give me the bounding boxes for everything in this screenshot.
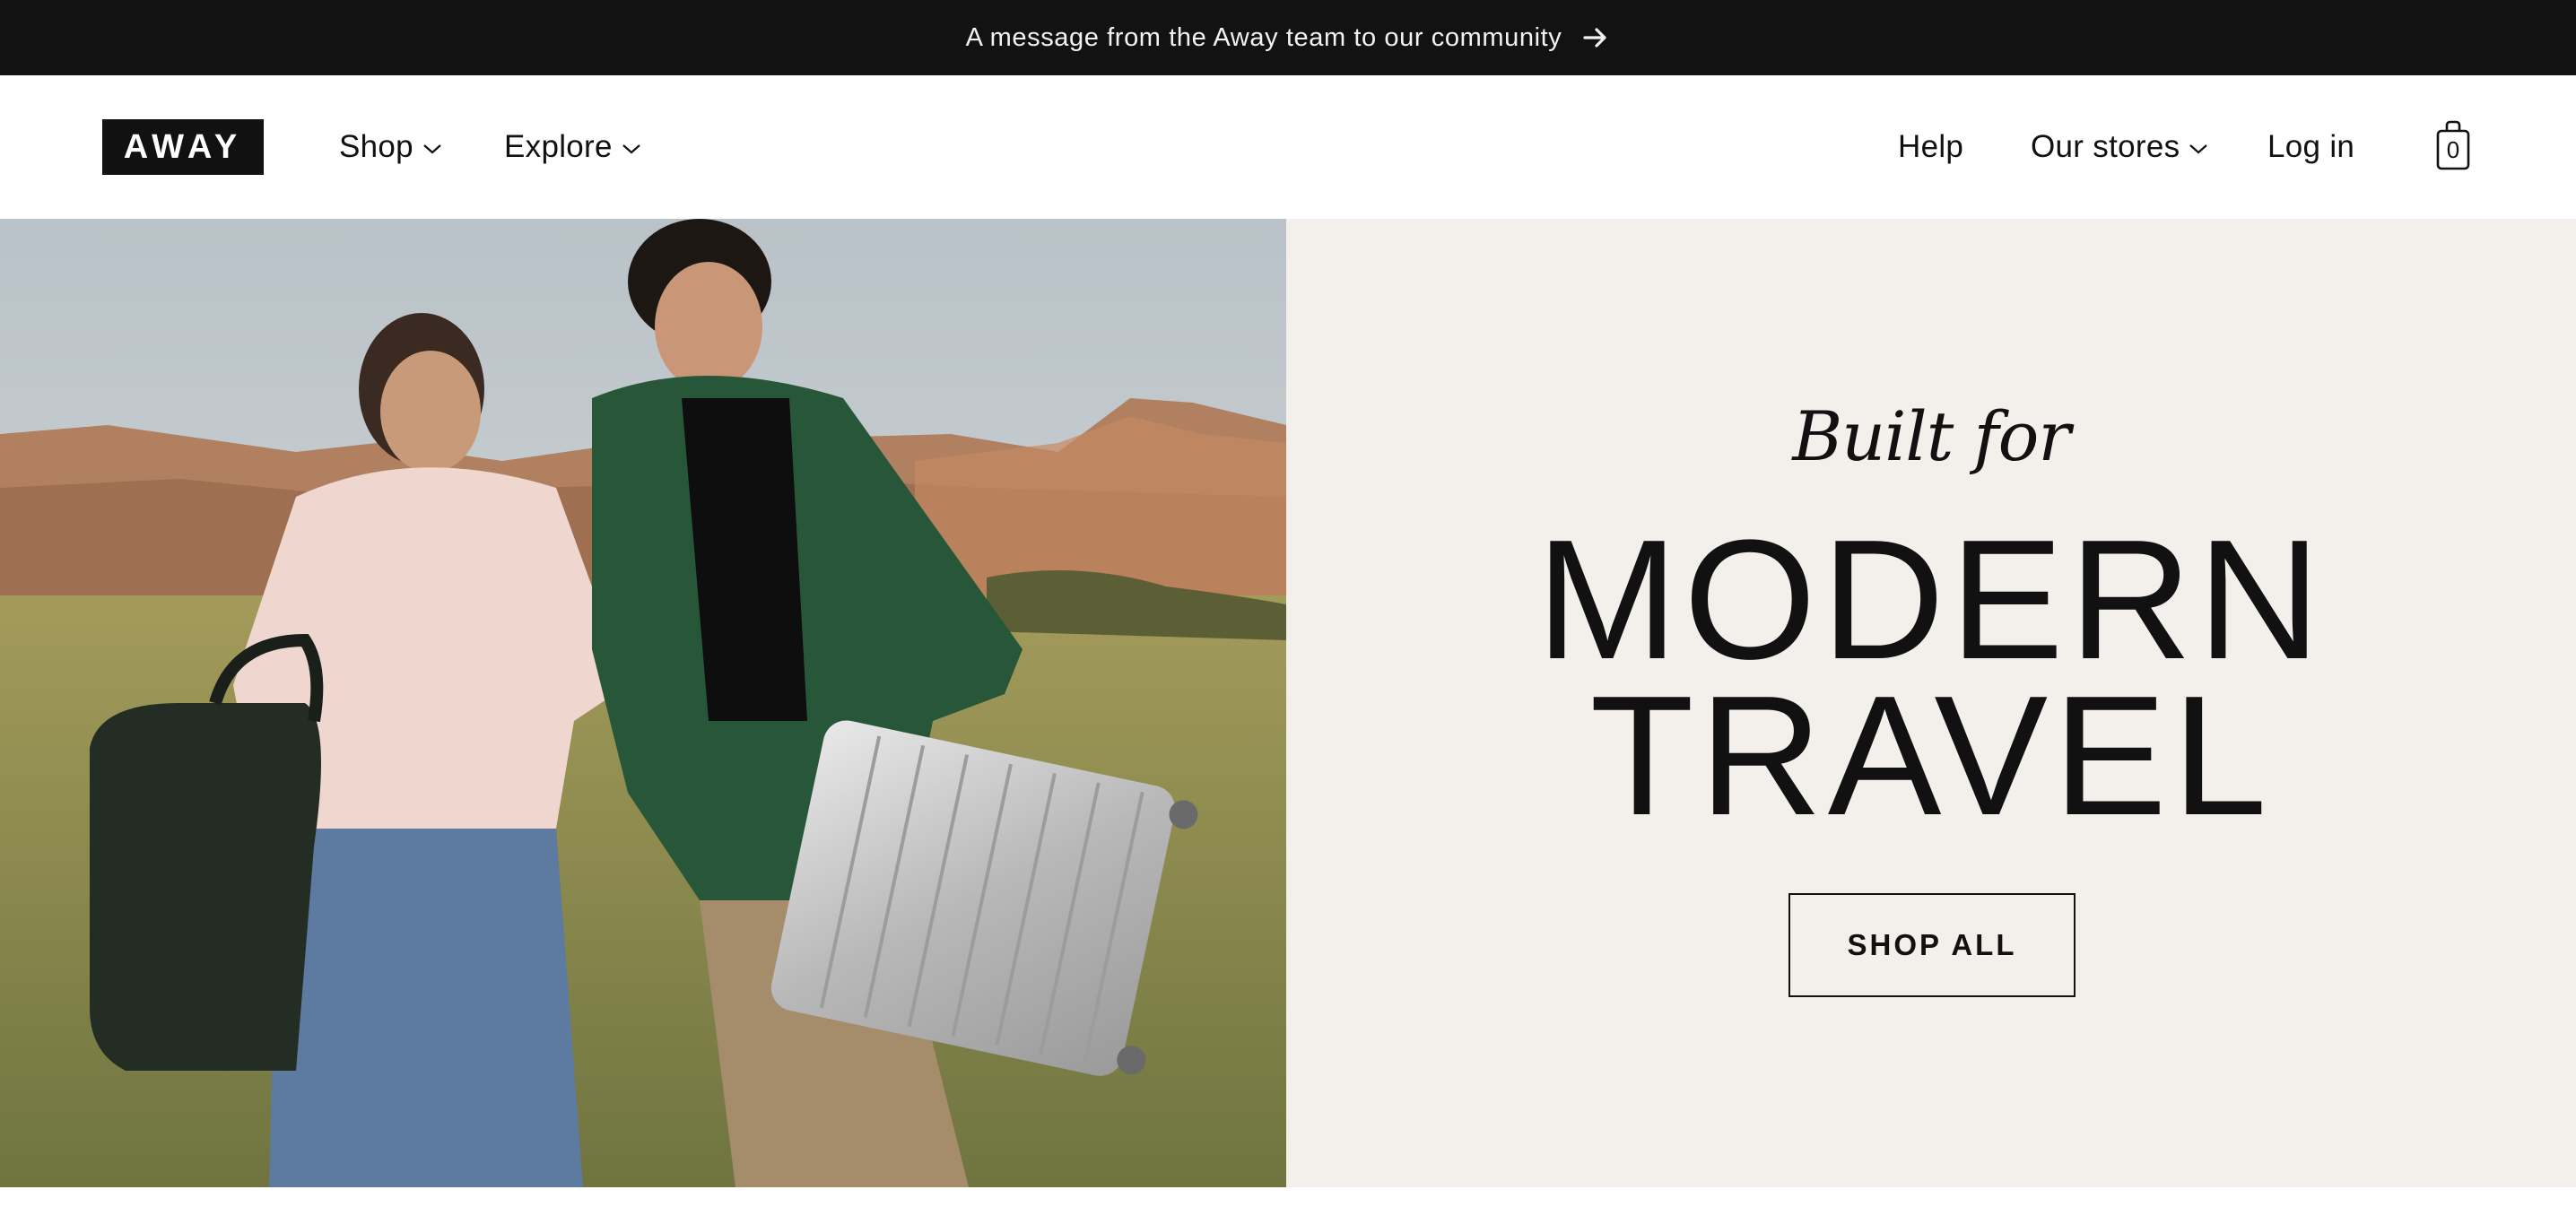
nav-our-stores-label: Our stores [2031, 129, 2180, 164]
chevron-down-icon [2189, 144, 2208, 154]
hero-headline-line1: MODERN [1536, 505, 2327, 695]
nav-shop[interactable]: Shop [339, 75, 442, 219]
nav-help[interactable]: Help [1898, 75, 1963, 219]
nav-shop-label: Shop [339, 129, 413, 164]
nav-explore-label: Explore [504, 129, 613, 164]
hero-headline-line2: TRAVEL [1589, 661, 2273, 851]
announcement-bar[interactable]: A message from the Away team to our comm… [0, 0, 2576, 75]
hero-eyebrow: Built for [1792, 396, 2070, 476]
arrow-right-icon [1583, 28, 1606, 48]
page-bottom-strip [0, 1187, 2576, 1207]
announcement-text[interactable]: A message from the Away team to our comm… [966, 23, 1562, 53]
hero-image [0, 219, 1286, 1187]
chevron-down-icon [622, 144, 640, 154]
nav-log-in[interactable]: Log in [2267, 75, 2354, 219]
cart-button[interactable]: 0 [2436, 120, 2470, 170]
cart-count: 0 [2446, 136, 2460, 163]
nav-explore[interactable]: Explore [504, 75, 641, 219]
away-logo[interactable]: AWAY [102, 119, 264, 175]
nav-our-stores[interactable]: Our stores [2031, 75, 2208, 219]
chevron-down-icon [423, 144, 441, 154]
hero-panel: Built for MODERN TRAVEL SHOP ALL [1286, 219, 2576, 1187]
site-header: AWAY Shop Explore Help Our stores Log in… [0, 75, 2576, 219]
hero-photo [0, 219, 1286, 1187]
nav-log-in-label: Log in [2267, 129, 2355, 164]
shop-all-button[interactable]: SHOP ALL [1788, 893, 2076, 997]
nav-help-label: Help [1898, 129, 1964, 164]
